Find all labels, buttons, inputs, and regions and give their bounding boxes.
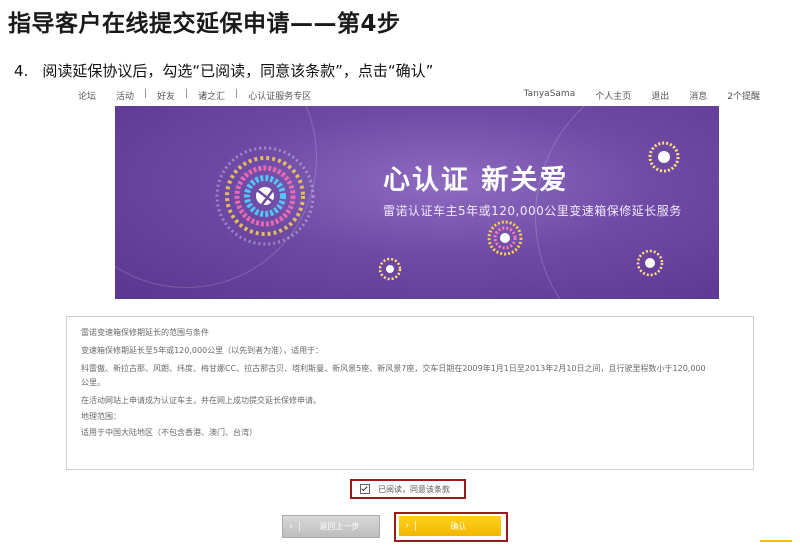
- back-button-label: 返回上一步: [319, 522, 360, 531]
- confirm-button[interactable]: › 确认: [399, 516, 501, 536]
- nav-item-hub[interactable]: 诸之汇: [188, 89, 235, 102]
- back-button[interactable]: › 返回上一步: [282, 515, 380, 538]
- agree-checkbox[interactable]: [360, 484, 370, 494]
- terms-heading: 雷诺变速箱保修期延长的范围与条件: [81, 328, 209, 337]
- terms-line: 适用于中国大陆地区（不包含香港、澳门、台湾）: [81, 428, 257, 437]
- terms-line: 在活动网站上申请成为认证车主，并在网上成功提交延长保修申请。: [81, 396, 321, 405]
- nav-username[interactable]: TanyaSama: [524, 89, 576, 102]
- flower-decoration-icon: [378, 257, 402, 281]
- confirm-button-label: 确认: [450, 521, 467, 531]
- confirm-highlight-box: › 确认: [394, 512, 508, 542]
- promo-banner: 心认证 新关爱 雷诺认证车主5年或120,000公里变速箱保修延长服务: [115, 106, 719, 299]
- nav-reminders-link[interactable]: 2个提醒: [727, 89, 760, 102]
- nav-profile-link[interactable]: 个人主页: [595, 89, 631, 102]
- nav-item-certification[interactable]: 心认证服务专区: [238, 89, 321, 102]
- agree-label: 已阅读，同意该条款: [378, 484, 450, 494]
- terms-line: 变速箱保修期延长至5年或120,000公里（以先到者为准），适用于：: [81, 346, 324, 355]
- terms-line: 科雷傲、新拉古那、风朗、纬度、梅甘娜CC、拉古那古贝、塔利斯曼、新风景5座、新风…: [81, 364, 706, 373]
- terms-subheading: 地理范围：: [81, 412, 121, 421]
- step-number: 4.: [14, 62, 29, 80]
- nav-right: TanyaSama 个人主页 退出 消息 2个提醒: [524, 89, 760, 102]
- banner-subtitle: 雷诺认证车主5年或120,000公里变速箱保修延长服务: [383, 204, 682, 218]
- banner-headline: 心认证 新关爱: [383, 165, 569, 196]
- agree-checkbox-row[interactable]: 已阅读，同意该条款: [350, 479, 466, 499]
- embedded-screenshot: 论坛 活动 | 好友 | 诸之汇 | 心认证服务专区 TanyaSama 个人主…: [60, 84, 760, 545]
- decorative-underline: [760, 540, 792, 542]
- flower-decoration-icon: [648, 141, 680, 173]
- flower-decoration-icon: [487, 220, 523, 256]
- nav-item-friends[interactable]: 好友: [147, 89, 185, 102]
- terms-panel: 雷诺变速箱保修期延长的范围与条件 变速箱保修期延长至5年或120,000公里（以…: [66, 316, 754, 470]
- top-nav-bar: 论坛 活动 | 好友 | 诸之汇 | 心认证服务专区 TanyaSama 个人主…: [60, 84, 760, 104]
- nav-left: 论坛 活动 | 好友 | 诸之汇 | 心认证服务专区: [68, 89, 321, 102]
- nav-item-forum[interactable]: 论坛: [68, 89, 106, 102]
- flower-decoration-icon: [636, 249, 664, 277]
- terms-line: 公里。: [81, 378, 105, 387]
- step-instruction: 4. 阅读延保协议后，勾选“已阅读，同意该条款”，点击“确认”: [14, 60, 433, 81]
- chevron-right-icon: ›: [283, 521, 300, 532]
- nav-messages-link[interactable]: 消息: [689, 89, 707, 102]
- banner-logo-burst-icon: [215, 146, 315, 246]
- chevron-right-icon: ›: [399, 521, 416, 531]
- step-text: 阅读延保协议后，勾选“已阅读，同意该条款”，点击“确认”: [42, 62, 434, 80]
- nav-logout-link[interactable]: 退出: [651, 89, 669, 102]
- page-title: 指导客户在线提交延保申请——第4步: [8, 11, 401, 37]
- nav-item-events[interactable]: 活动: [106, 89, 144, 102]
